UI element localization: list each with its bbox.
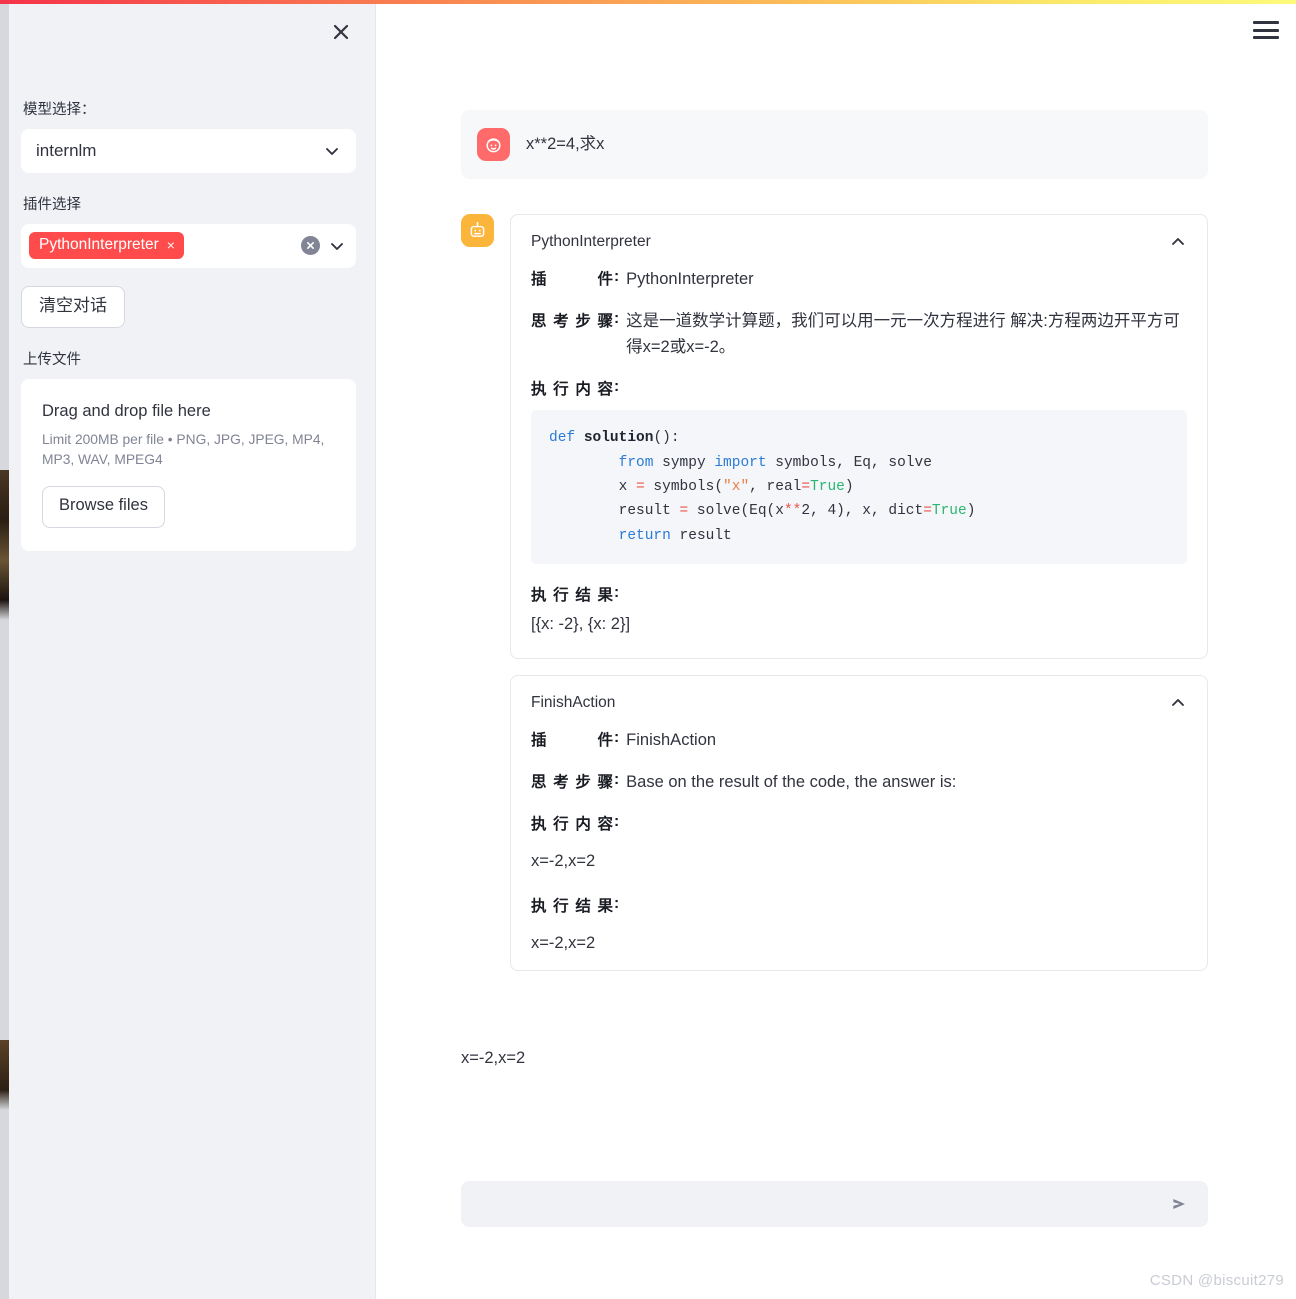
action-row: 执行内容 : bbox=[531, 376, 1187, 402]
thought-key-label: 思考步骤 bbox=[531, 313, 613, 331]
sidebar-content: 模型选择： internlm 插件选择 PythonInterpreter × bbox=[21, 100, 364, 551]
model-select-label: 模型选择： bbox=[23, 102, 96, 118]
card-title: FinishAction bbox=[531, 693, 616, 711]
user-message: x**2=4,求x bbox=[461, 110, 1208, 179]
plugin-value: FinishAction bbox=[626, 730, 717, 749]
chat-input-container[interactable] bbox=[461, 1181, 1208, 1227]
result-row: 执行结果 : bbox=[531, 893, 1187, 919]
thought-row: 思考步骤 : 这是一道数学计算题，我们可以用一元一次方程进行 解决:方程两边开平… bbox=[531, 308, 1187, 360]
final-answer-text: x=-2,x=2 bbox=[461, 1049, 526, 1067]
user-face-icon bbox=[477, 128, 510, 161]
plugin-tag[interactable]: PythonInterpreter × bbox=[29, 232, 184, 259]
assistant-cards: PythonInterpreter 插件 : PythonInterpreter… bbox=[510, 214, 1208, 987]
thought-key-label: 思考步骤 bbox=[531, 773, 613, 791]
model-select-value: internlm bbox=[36, 141, 97, 161]
colon: : bbox=[614, 310, 620, 328]
result-value: [{x: -2}, {x: 2}] bbox=[531, 615, 631, 634]
card-header[interactable]: FinishAction bbox=[531, 693, 1187, 713]
plugin-chevron-down-icon[interactable] bbox=[328, 237, 346, 255]
user-message-text: x**2=4,求x bbox=[526, 135, 605, 154]
plugin-multiselect[interactable]: PythonInterpreter × bbox=[21, 223, 356, 268]
plugin-key-label: 插件 bbox=[531, 271, 613, 289]
chat-input[interactable] bbox=[477, 1194, 1166, 1214]
clear-chat-button[interactable]: 清空对话 bbox=[21, 285, 125, 328]
robot-icon bbox=[461, 214, 494, 247]
page-background-strip bbox=[0, 0, 9, 1299]
card-title: PythonInterpreter bbox=[531, 233, 651, 250]
code-block: def solution(): from sympy import symbol… bbox=[531, 410, 1187, 565]
plugin-value: PythonInterpreter bbox=[626, 270, 754, 289]
colon: : bbox=[614, 812, 620, 830]
thought-value: Base on the result of the code, the answ… bbox=[626, 772, 957, 791]
plugin-row: 插件 : FinishAction bbox=[531, 727, 1187, 753]
action-value: x=-2,x=2 bbox=[531, 852, 596, 870]
chevron-down-icon bbox=[323, 142, 341, 160]
colon: : bbox=[614, 584, 620, 602]
chat-message-list: x**2=4,求x PythonInterpreter 插件: PythonI… bbox=[376, 0, 1296, 1160]
result-key-label: 执行结果 bbox=[531, 587, 613, 605]
watermark: CSDN @biscuit279 bbox=[1149, 1272, 1284, 1289]
plugin-select-label: 插件选择 bbox=[23, 196, 81, 213]
thought-row: 思考步骤 : Base on the result of the code, t… bbox=[531, 769, 1187, 795]
colon: : bbox=[614, 894, 620, 912]
action-key-label: 执行内容 bbox=[531, 381, 613, 399]
action-key-label: 执行内容 bbox=[531, 815, 613, 833]
tool-card-finishaction: FinishAction 插件 : FinishAction 思考步骤: Ba… bbox=[510, 674, 1208, 972]
result-key-label: 执行结果 bbox=[531, 897, 613, 915]
chevron-up-icon[interactable] bbox=[1169, 694, 1187, 712]
running-progress-bar bbox=[0, 0, 1296, 4]
plugin-row: 插件 : PythonInterpreter bbox=[531, 266, 1187, 292]
upload-file-label: 上传文件 bbox=[23, 351, 81, 368]
file-uploader-dropzone[interactable]: Drag and drop file here Limit 200MB per … bbox=[21, 378, 356, 551]
app-window: 模型选择： internlm 插件选择 PythonInterpreter × bbox=[0, 0, 1296, 1299]
colon: : bbox=[614, 770, 620, 788]
send-arrow-icon[interactable] bbox=[1166, 1190, 1194, 1218]
browse-files-button[interactable]: Browse files bbox=[42, 485, 165, 528]
card-header[interactable]: PythonInterpreter bbox=[531, 232, 1187, 252]
assistant-message: PythonInterpreter 插件 : PythonInterpreter… bbox=[461, 214, 1208, 987]
result-value: x=-2,x=2 bbox=[531, 933, 596, 952]
action-row: 执行内容 : bbox=[531, 811, 1187, 837]
tool-card-pythoninterpreter: PythonInterpreter 插件 : PythonInterpreter… bbox=[510, 214, 1208, 659]
thought-value: 这是一道数学计算题，我们可以用一元一次方程进行 解决:方程两边开平方可得x=2或… bbox=[626, 312, 1180, 357]
chevron-up-icon[interactable] bbox=[1169, 233, 1187, 251]
model-select[interactable]: internlm bbox=[21, 128, 356, 173]
colon: : bbox=[614, 378, 620, 396]
clear-circle-icon[interactable] bbox=[301, 236, 320, 255]
colon: : bbox=[614, 728, 620, 746]
close-icon[interactable] bbox=[325, 16, 357, 48]
main-content: x**2=4,求x PythonInterpreter 插件: PythonI… bbox=[376, 0, 1296, 1299]
uploader-title: Drag and drop file here bbox=[42, 401, 211, 420]
plugin-tag-label: PythonInterpreter bbox=[39, 236, 159, 254]
result-row: 执行结果 : bbox=[531, 582, 1187, 608]
sidebar: 模型选择： internlm 插件选择 PythonInterpreter × bbox=[9, 0, 376, 1299]
plugin-key-label: 插件 bbox=[531, 731, 613, 749]
plugin-tag-remove-icon[interactable]: × bbox=[167, 238, 175, 252]
colon: : bbox=[614, 268, 620, 286]
uploader-limits: Limit 200MB per file • PNG, JPG, JPEG, M… bbox=[42, 431, 325, 467]
